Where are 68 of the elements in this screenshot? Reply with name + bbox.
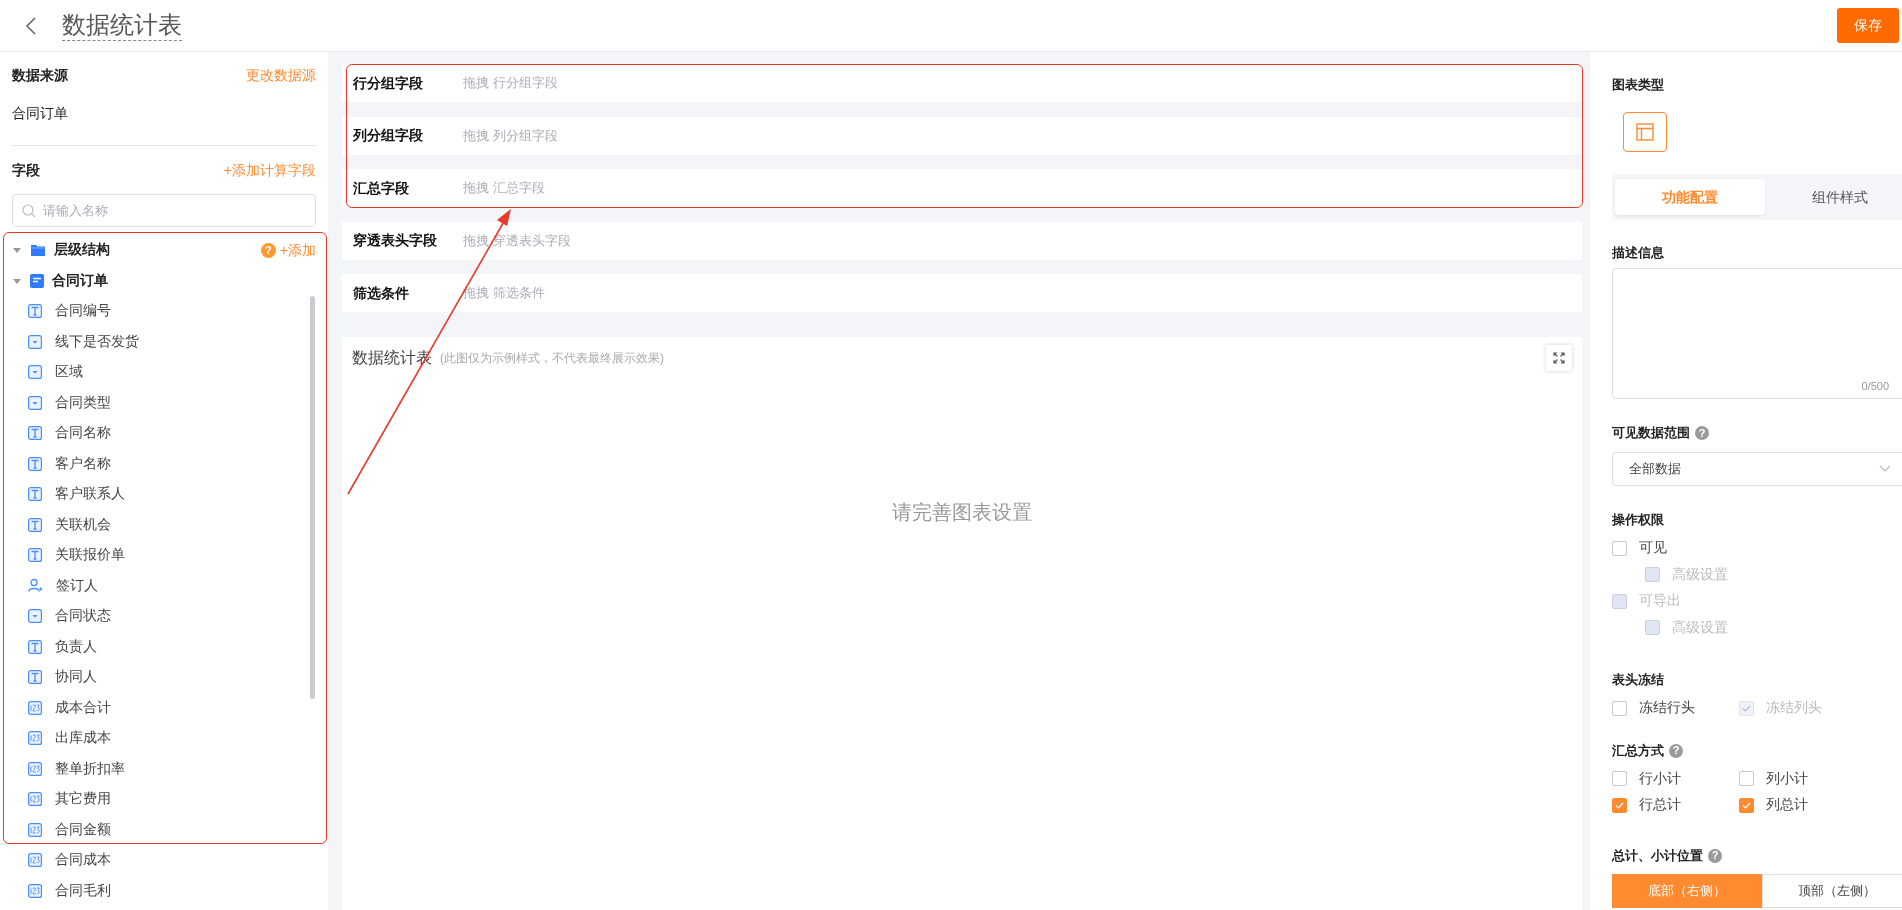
check-icon: [1742, 801, 1751, 809]
drop-zone[interactable]: 行分组字段 拖拽 行分组字段: [342, 64, 1582, 102]
field-item[interactable]: 合同名称: [55, 423, 111, 444]
field-item[interactable]: 客户联系人: [55, 484, 125, 505]
section-label: 图表类型: [1612, 76, 1664, 95]
checkbox[interactable]: [1612, 771, 1627, 787]
section-label: 操作权限: [1612, 511, 1664, 530]
tab[interactable]: 组件样式: [1765, 179, 1902, 215]
checkbox[interactable]: [1612, 700, 1627, 716]
field-item[interactable]: 成本合计: [55, 697, 111, 718]
drop-zone[interactable]: 汇总字段 拖拽 汇总字段: [342, 169, 1582, 207]
field-item[interactable]: 合同成本: [55, 850, 111, 871]
expand-icon: [1553, 352, 1565, 364]
field-item[interactable]: 合同状态: [55, 606, 111, 627]
table-icon: [1636, 123, 1654, 141]
table-chart-button[interactable]: [1623, 112, 1667, 152]
tree-group-label[interactable]: 合同订单: [52, 270, 108, 291]
field-item[interactable]: 线下是否发货: [55, 331, 139, 352]
field-item[interactable]: 出库成本: [55, 728, 111, 749]
checkbox-label[interactable]: 行总计: [1639, 795, 1681, 816]
field-item[interactable]: 合同类型: [55, 392, 111, 413]
expand-button[interactable]: [1546, 345, 1572, 371]
section-label: 数据来源: [12, 65, 68, 85]
field-item[interactable]: 合同编号: [55, 301, 111, 322]
checkbox-label[interactable]: 可见: [1639, 538, 1667, 559]
section-label: 可见数据范围: [1612, 424, 1690, 443]
section-label: 表头冻结: [1612, 671, 1664, 690]
search-field[interactable]: 请输入名称: [12, 194, 316, 227]
checkbox[interactable]: [1739, 797, 1754, 813]
search-icon: [22, 204, 36, 218]
field-item[interactable]: 客户名称: [55, 453, 111, 474]
field-item[interactable]: 其它费用: [55, 789, 111, 810]
checkbox-label[interactable]: 行小计: [1639, 768, 1681, 789]
preview-note: (此图仅为示例样式，不代表最终展示效果): [440, 350, 664, 367]
drop-zone[interactable]: 穿透表头字段 拖拽 穿透表头字段: [342, 221, 1582, 260]
check-icon: [1742, 704, 1751, 712]
field-item[interactable]: 签订人: [56, 575, 98, 596]
field-item[interactable]: 关联报价单: [55, 545, 125, 566]
checkbox[interactable]: [1739, 771, 1754, 787]
checkbox[interactable]: [1612, 797, 1627, 813]
field-item[interactable]: 协同人: [55, 667, 97, 688]
checkbox-label[interactable]: 冻结行头: [1639, 698, 1695, 719]
data-source-name: 合同订单: [12, 103, 69, 123]
checkbox[interactable]: [1612, 540, 1627, 556]
chevron-down-icon: [1879, 465, 1891, 473]
field-item[interactable]: 关联机会: [55, 514, 111, 535]
field-item[interactable]: 合同毛利: [55, 880, 111, 901]
scrollbar[interactable]: [310, 296, 315, 699]
checkbox-label[interactable]: 列总计: [1766, 795, 1808, 816]
check-icon: [1615, 801, 1624, 809]
section-label: 汇总方式: [1612, 741, 1664, 760]
checkbox-label[interactable]: 列小计: [1766, 768, 1808, 789]
drop-zone[interactable]: 筛选条件 拖拽 筛选条件: [342, 274, 1582, 312]
back-icon: [24, 15, 38, 36]
position-option[interactable]: 顶部（左侧）: [1762, 873, 1902, 908]
field-item[interactable]: 整单折扣率: [55, 758, 125, 779]
drop-zone[interactable]: 列分组字段 拖拽 列分组字段: [342, 116, 1582, 155]
range-select[interactable]: 全部数据: [1612, 452, 1902, 486]
page-title[interactable]: 数据统计表: [62, 10, 182, 41]
field-item[interactable]: 区域: [55, 362, 83, 383]
section-label: 描述信息: [1612, 244, 1664, 263]
character-counter: 0/500: [1861, 378, 1889, 394]
field-item[interactable]: 负责人: [55, 636, 97, 657]
tree-group-label[interactable]: 层级结构: [54, 240, 110, 261]
section-label: 字段: [12, 160, 40, 180]
section-label: 总计、小计位置: [1612, 846, 1703, 865]
field-item[interactable]: 合同金额: [55, 819, 111, 840]
empty-state-text: 请完善图表设置: [892, 500, 1032, 525]
